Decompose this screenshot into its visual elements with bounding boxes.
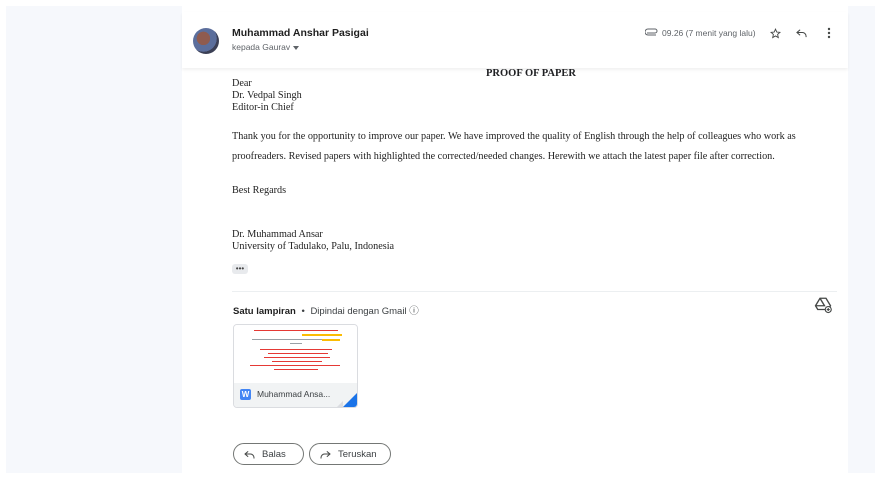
email-header — [182, 12, 848, 68]
salutation-line-1: Dear — [232, 78, 252, 89]
body-paragraph: Thank you for the opportunity to improve… — [232, 131, 796, 162]
salutation-line-2: Dr. Vedpal Singh — [232, 90, 302, 101]
paperclip-icon — [645, 28, 658, 36]
signature-name: Dr. Muhammad Ansar — [232, 229, 323, 240]
forward-label: Teruskan — [338, 448, 377, 460]
info-icon[interactable]: ⓘ — [409, 306, 419, 317]
attachment-card[interactable]: W Muhammad Ansa... — [233, 324, 358, 408]
caret-down-icon[interactable] — [293, 45, 300, 50]
forward-icon — [320, 450, 331, 459]
show-trimmed-content-button[interactable]: ••• — [232, 264, 248, 274]
star-icon — [769, 27, 781, 38]
email-view: Muhammad Anshar Pasigai kepada Gaurav 09… — [182, 6, 848, 473]
signature-affiliation: University of Tadulako, Palu, Indonesia — [232, 241, 395, 252]
reply-label: Balas — [262, 448, 286, 460]
recipient-text: kepada Gaurav — [232, 42, 291, 52]
sender-avatar[interactable] — [193, 28, 219, 54]
star-button[interactable] — [766, 24, 784, 42]
separator-dot: • — [301, 306, 305, 317]
right-panel — [848, 6, 875, 473]
reply-icon — [244, 450, 255, 459]
more-vert-icon — [827, 27, 831, 39]
more-options-button[interactable] — [820, 24, 838, 42]
recipient-line[interactable]: kepada Gaurav — [232, 42, 300, 52]
attachments-heading: Satu lampiran • Dipindai dengan Gmail ⓘ — [233, 303, 419, 317]
attachment-preview — [234, 325, 357, 383]
document-title: PROOF OF PAPER — [486, 68, 577, 79]
attachment-filename: Muhammad Ansa... — [257, 389, 331, 399]
reply-button[interactable] — [792, 24, 810, 42]
add-to-drive-icon[interactable] — [814, 296, 832, 314]
attachment-footer: W Muhammad Ansa... — [234, 383, 357, 407]
attachment-count: Satu lampiran — [233, 306, 296, 317]
file-corner-icon — [343, 393, 357, 407]
closing-line: Best Regards — [232, 185, 287, 196]
divider — [232, 291, 837, 292]
reply-action-button[interactable]: Balas — [233, 443, 304, 465]
salutation-line-3: Editor-in Chief — [232, 102, 294, 113]
left-panel — [6, 6, 182, 473]
forward-action-button[interactable]: Teruskan — [309, 443, 391, 465]
sender-name[interactable]: Muhammad Anshar Pasigai — [232, 27, 369, 39]
timestamp: 09.26 (7 menit yang lalu) — [662, 28, 756, 38]
word-file-icon: W — [240, 389, 251, 400]
reply-icon — [795, 29, 807, 38]
scan-status: Dipindai dengan Gmail — [310, 306, 407, 317]
